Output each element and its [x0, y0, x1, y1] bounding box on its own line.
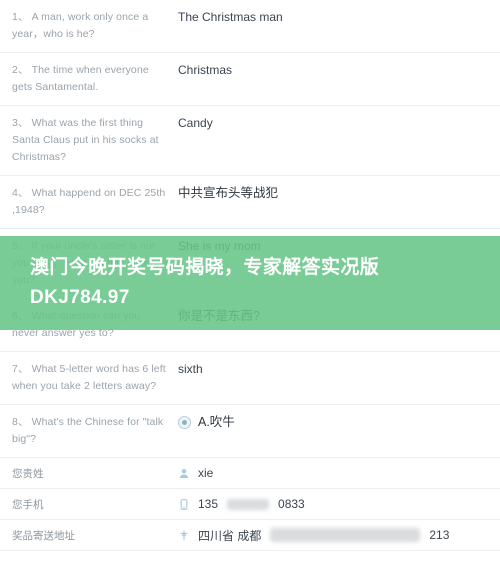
question-label: What happend on DEC 25th ,1948?: [12, 187, 166, 216]
personal-info-list: 您贵姓 xie 您手机 135 0833 奖品寄送地址 四川省 成都 213: [0, 458, 500, 551]
qa-row: 4、 What happend on DEC 25th ,1948? 中共宣布头等…: [0, 176, 500, 229]
info-value: xie: [170, 466, 490, 480]
answer-cell: Christmas: [170, 62, 490, 79]
info-value-text: xie: [198, 466, 214, 480]
info-value-text-suffix: 213: [429, 528, 450, 542]
survey-results-page: 1、 A man, work only once a year，who is h…: [0, 0, 500, 575]
qa-row: 2、 The time when everyone gets Santament…: [0, 53, 500, 106]
info-label: 您贵姓: [12, 467, 44, 480]
question-text: 2、 The time when everyone gets Santament…: [10, 62, 170, 96]
answer-cell: sixth: [170, 361, 490, 378]
info-value-text: 135: [198, 497, 219, 511]
qa-row: 3、 What was the first thing Santa Claus …: [0, 106, 500, 176]
answer-cell: Candy: [170, 115, 490, 132]
question-number: 3、: [12, 117, 29, 129]
question-number: 4、: [12, 187, 29, 199]
radio-button-selected[interactable]: [178, 416, 191, 429]
question-label: What was the first thing Santa Claus put…: [12, 117, 159, 163]
qa-row: 8、 What's the Chinese for "talk big"? A.吹…: [0, 405, 500, 458]
question-text: 7、 What 5-letter word has 6 left when yo…: [10, 361, 170, 395]
answer-text: Christmas: [178, 63, 233, 77]
redacted-blur-region: [227, 498, 270, 510]
promo-overlay-text: 澳门今晚开奖号码揭晓，专家解答实况版DKJ784.97: [30, 257, 380, 308]
phone-icon: [178, 498, 190, 511]
info-row: 您手机 135 0833: [0, 489, 500, 520]
answer-text: Candy: [178, 116, 213, 130]
question-number: 1、: [12, 11, 29, 23]
question-label: A man, work only once a year，who is he?: [12, 11, 149, 40]
qa-row: 7、 What 5-letter word has 6 left when yo…: [0, 352, 500, 405]
user-icon: [178, 467, 190, 480]
info-value-text: 四川省 成都: [198, 528, 262, 543]
answer-cell: A.吹牛: [170, 414, 490, 431]
question-number: 8、: [12, 416, 29, 428]
answer-cell: The Christmas man: [170, 9, 490, 26]
question-text: 4、 What happend on DEC 25th ,1948?: [10, 185, 170, 219]
question-number: 2、: [12, 64, 29, 76]
question-text: 3、 What was the first thing Santa Claus …: [10, 115, 170, 166]
answer-text: The Christmas man: [178, 10, 283, 24]
info-value: 四川省 成都 213: [170, 527, 490, 544]
question-text: 1、 A man, work only once a year，who is h…: [10, 9, 170, 43]
answer-text: sixth: [178, 362, 203, 376]
question-label: What 5-letter word has 6 left when you t…: [12, 363, 166, 392]
redacted-blur-region: [270, 528, 421, 542]
promo-overlay-banner: 澳门今晚开奖号码揭晓，专家解答实况版DKJ784.97: [0, 236, 500, 330]
question-number: 7、: [12, 363, 29, 375]
answer-cell: 中共宣布头等战犯: [170, 185, 490, 202]
info-label: 奖品寄送地址: [12, 529, 75, 542]
question-label: What's the Chinese for "talk big"?: [12, 416, 164, 445]
qa-list: 1、 A man, work only once a year，who is h…: [0, 0, 500, 458]
info-row: 奖品寄送地址 四川省 成都 213: [0, 520, 500, 551]
question-text: 8、 What's the Chinese for "talk big"?: [10, 414, 170, 448]
qa-row: 1、 A man, work only once a year，who is h…: [0, 0, 500, 53]
answer-text: A.吹牛: [198, 415, 235, 429]
info-row: 您贵姓 xie: [0, 458, 500, 489]
info-value: 135 0833: [170, 497, 490, 511]
location-pin-icon: [178, 529, 190, 542]
question-label: The time when everyone gets Santamental.: [12, 64, 149, 93]
info-value-text-suffix: 0833: [278, 497, 305, 511]
answer-text: 中共宣布头等战犯: [178, 186, 279, 200]
info-label: 您手机: [12, 498, 44, 511]
